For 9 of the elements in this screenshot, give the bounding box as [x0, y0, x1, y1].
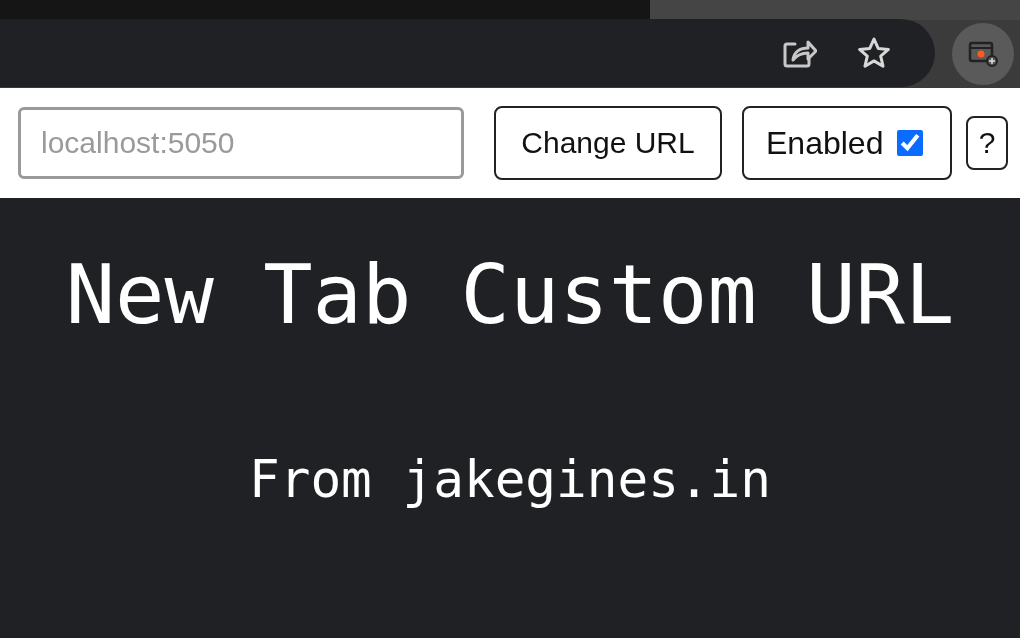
- star-icon[interactable]: [857, 36, 891, 70]
- change-url-button[interactable]: Change URL: [494, 106, 722, 180]
- browser-window-icon: [968, 40, 998, 68]
- page-title: New Tab Custom URL: [64, 250, 956, 341]
- enabled-toggle[interactable]: Enabled: [742, 106, 952, 180]
- enabled-checkbox[interactable]: [897, 130, 924, 156]
- help-button[interactable]: ?: [966, 116, 1008, 170]
- url-field[interactable]: localhost:5050: [18, 107, 464, 179]
- page-subtitle: From jakegines.in: [248, 450, 772, 510]
